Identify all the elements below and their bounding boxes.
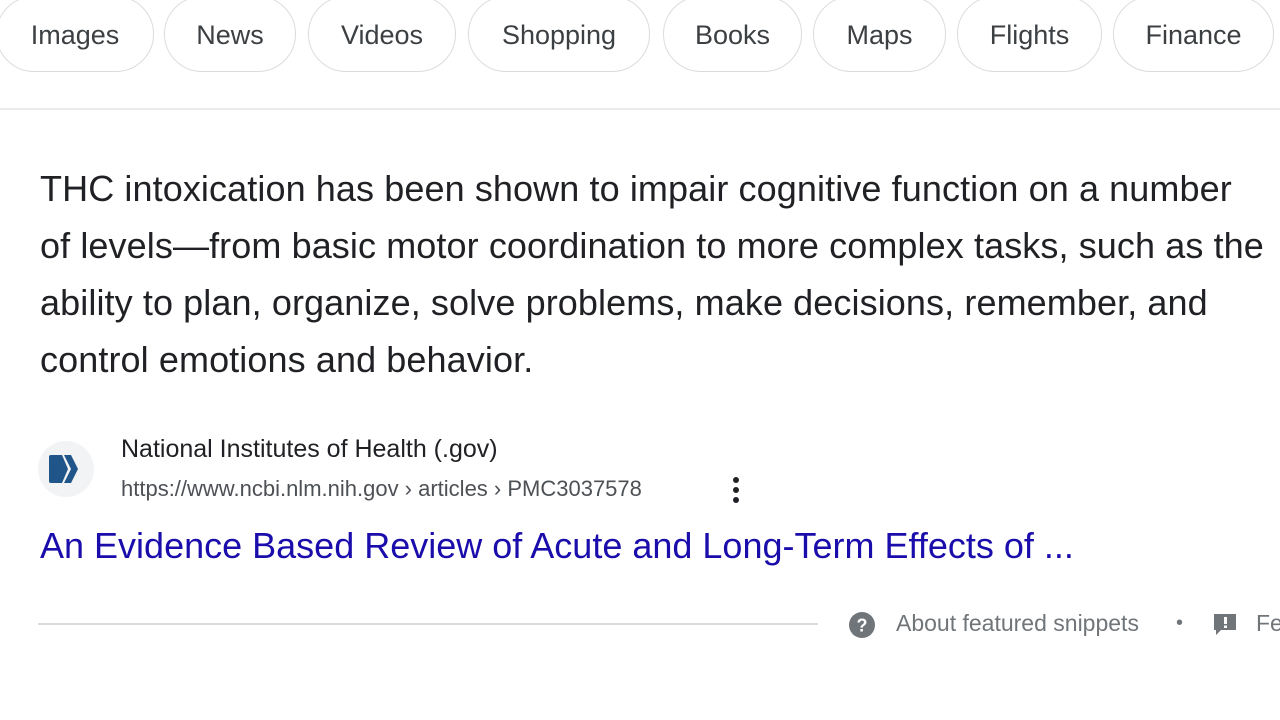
- filter-chip-news[interactable]: News: [164, 0, 296, 72]
- featured-snippet-text: THC intoxication has been shown to impai…: [40, 168, 1264, 380]
- footer-divider: [38, 623, 818, 625]
- filter-chip-books[interactable]: Books: [663, 0, 802, 72]
- svg-text:?: ?: [857, 616, 868, 636]
- filter-chip-shopping[interactable]: Shopping: [468, 0, 650, 72]
- about-featured-snippets-link[interactable]: About featured snippets: [896, 606, 1139, 640]
- result-title-link[interactable]: An Evidence Based Review of Acute and Lo…: [40, 522, 1074, 570]
- question-circle-icon[interactable]: ?: [848, 611, 876, 639]
- filter-chip-images[interactable]: Images: [0, 0, 154, 72]
- feedback-icon[interactable]: [1212, 612, 1240, 638]
- source-site-name[interactable]: National Institutes of Health (.gov): [121, 432, 498, 466]
- source-url-breadcrumb[interactable]: https://www.ncbi.nlm.nih.gov › articles …: [121, 474, 642, 504]
- filter-chip-videos[interactable]: Videos: [308, 0, 456, 72]
- feedback-link[interactable]: Fe: [1256, 606, 1280, 640]
- filter-chips-bar: Images News Videos Shopping Books Maps F…: [0, 0, 1280, 76]
- filter-chip-finance[interactable]: Finance: [1113, 0, 1274, 72]
- three-dots-vertical-icon[interactable]: [726, 476, 746, 504]
- filter-chip-flights[interactable]: Flights: [957, 0, 1102, 72]
- header-divider: [0, 108, 1280, 110]
- search-results-page: Images News Videos Shopping Books Maps F…: [0, 0, 1280, 720]
- footer-separator: •: [1176, 612, 1184, 634]
- nih-logo-icon[interactable]: [38, 441, 94, 497]
- filter-chip-maps[interactable]: Maps: [813, 0, 946, 72]
